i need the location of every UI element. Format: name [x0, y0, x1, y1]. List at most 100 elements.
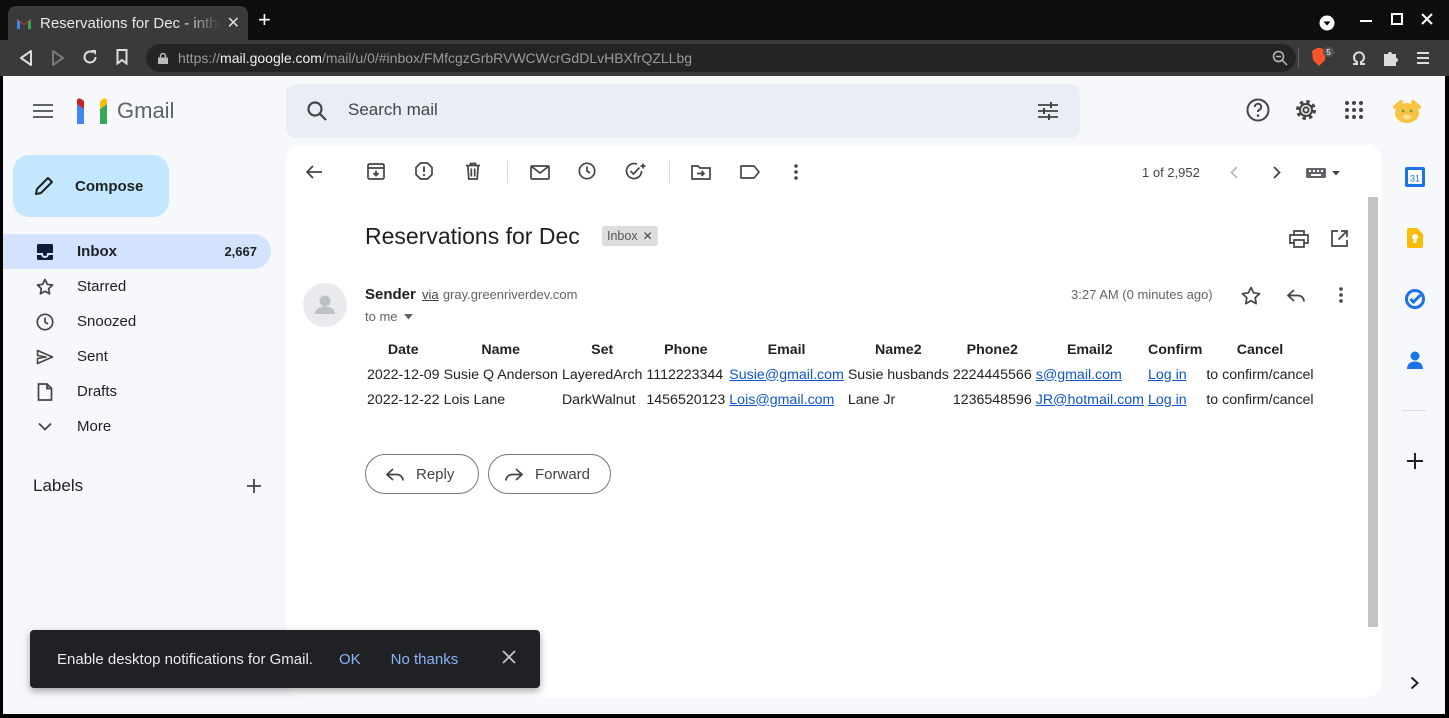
browser-tab[interactable]: Reservations for Dec - inthe ✕ [8, 6, 248, 40]
print-icon[interactable] [1289, 230, 1309, 248]
brave-shield-icon[interactable]: 5 [1309, 47, 1335, 69]
column-header: Name2 [875, 341, 922, 358]
url-path: /mail/u/0/#inbox/FMfcgzGrbRVWCWcrGdDLvHB… [321, 50, 693, 66]
forward-arrow-icon [505, 467, 523, 481]
compose-label: Compose [75, 177, 144, 195]
settings-gear-icon[interactable] [1294, 98, 1318, 122]
omega-extension-icon[interactable] [1351, 50, 1367, 66]
email-link[interactable]: Susie@gmail.com [729, 367, 844, 383]
more-message-options-icon[interactable] [1339, 287, 1343, 303]
via-link[interactable]: via [422, 287, 439, 302]
sidebar-item-label: Sent [77, 348, 108, 365]
report-spam-icon[interactable] [415, 162, 433, 180]
cell-phone2: 1236548596 [952, 391, 1032, 408]
open-new-window-icon[interactable] [1331, 230, 1348, 247]
sender-avatar[interactable] [303, 283, 347, 327]
search-icon[interactable] [307, 101, 327, 121]
browser-menu-icon[interactable] [1417, 51, 1429, 65]
compose-button[interactable]: Compose [13, 155, 169, 217]
keep-icon[interactable] [1407, 228, 1423, 248]
account-avatar[interactable] [1392, 95, 1422, 125]
sidebar-item-starred[interactable]: Starred [3, 269, 271, 304]
search-options-icon[interactable] [1038, 102, 1058, 120]
column-header: Date [387, 341, 419, 358]
scrollbar[interactable] [1368, 197, 1378, 627]
column-header: Confirm [1147, 341, 1203, 358]
cell-name2: Susie husbands [847, 366, 949, 383]
mark-unread-icon[interactable] [530, 165, 550, 180]
cell-cancel: to confirm/cancel [1206, 366, 1314, 383]
minimize-icon[interactable] [1360, 20, 1372, 24]
inbox-label-chip[interactable]: Inbox ✕ [602, 226, 658, 246]
new-tab-button[interactable]: + [258, 9, 271, 31]
add-label-icon[interactable] [247, 479, 261, 493]
move-to-icon[interactable] [691, 164, 711, 180]
cell-name2: Lane Jr [847, 391, 896, 408]
cell-set: DarkWalnut [561, 391, 636, 408]
apps-grid-icon[interactable] [1345, 101, 1363, 119]
reload-icon[interactable] [82, 49, 98, 65]
column-header: Email [767, 341, 806, 358]
email2-link[interactable]: JR@hotmail.com [1036, 392, 1144, 408]
star-icon[interactable] [1241, 286, 1261, 305]
search-bar[interactable] [286, 84, 1080, 138]
sidebar-item-inbox[interactable]: Inbox 2,667 [3, 234, 271, 269]
label-icon[interactable] [740, 165, 760, 179]
calendar-icon[interactable]: 31 [1405, 167, 1425, 187]
close-icon[interactable] [502, 650, 516, 664]
older-icon[interactable] [1273, 166, 1281, 179]
desktop-notification-toast: Enable desktop notifications for Gmail. … [30, 630, 540, 688]
tasks-icon[interactable] [1405, 289, 1425, 309]
sidebar-item-drafts[interactable]: Drafts [3, 374, 271, 409]
input-tools-icon[interactable] [1306, 167, 1342, 179]
column-header: Set [591, 341, 614, 358]
forward-icon[interactable] [51, 50, 65, 66]
reply-icon [386, 467, 404, 481]
reply-icon[interactable] [1287, 289, 1305, 302]
maximize-icon[interactable] [1391, 13, 1403, 25]
email-subject: Reservations for Dec [365, 223, 580, 249]
bookmark-icon[interactable] [116, 49, 128, 65]
sidebar-item-label: Drafts [77, 383, 118, 400]
browser-tabbar: Reservations for Dec - inthe ✕ + [0, 0, 1449, 40]
toast-no-thanks-button[interactable]: No thanks [391, 651, 459, 668]
email-link[interactable]: Lois@gmail.com [729, 392, 834, 408]
profile-dropdown-icon[interactable] [1319, 15, 1335, 31]
zoom-icon[interactable] [1272, 50, 1288, 66]
extensions-puzzle-icon[interactable] [1382, 49, 1400, 67]
snooze-icon[interactable] [578, 162, 596, 180]
reply-button[interactable]: Reply [365, 454, 479, 494]
delete-icon[interactable] [465, 162, 481, 180]
remove-label-icon[interactable]: ✕ [643, 229, 653, 243]
main-menu-icon[interactable] [33, 103, 53, 119]
url-field[interactable]: https://mail.google.com/mail/u/0/#inbox/… [146, 44, 1296, 72]
forward-button[interactable]: Forward [488, 454, 611, 494]
add-to-tasks-icon[interactable] [625, 162, 647, 180]
toast-ok-button[interactable]: OK [339, 651, 361, 668]
support-icon[interactable] [1246, 98, 1270, 122]
tab-close-icon[interactable]: ✕ [227, 13, 240, 33]
back-to-inbox-icon[interactable] [306, 165, 322, 179]
ext-badge-count: 5 [1326, 48, 1331, 57]
chevron-down-icon [38, 422, 52, 431]
recipient-details[interactable]: to me [365, 309, 413, 324]
back-icon[interactable] [19, 50, 33, 66]
email-view: 1 of 2,952 Reservations for Dec Inbox ✕ … [286, 145, 1382, 697]
email2-link[interactable]: s@gmail.com [1036, 367, 1122, 383]
rail-divider [1402, 410, 1426, 411]
more-options-icon[interactable] [794, 164, 798, 180]
login-link[interactable]: Log in [1148, 367, 1187, 383]
expand-panel-icon[interactable] [1410, 676, 1419, 690]
archive-icon[interactable] [367, 162, 385, 180]
sidebar-item-snoozed[interactable]: Snoozed [3, 304, 271, 339]
gmail-logo[interactable]: Gmail [75, 98, 174, 124]
get-addons-icon[interactable] [1407, 453, 1423, 469]
newer-icon[interactable] [1230, 166, 1238, 179]
sidebar-item-more[interactable]: More [3, 409, 271, 444]
sidebar-item-sent[interactable]: Sent [3, 339, 271, 374]
sender-name[interactable]: Sender [365, 286, 416, 303]
contacts-icon[interactable] [1407, 350, 1423, 370]
close-window-icon[interactable] [1421, 13, 1433, 25]
login-link[interactable]: Log in [1148, 392, 1187, 408]
search-input[interactable] [348, 100, 948, 120]
